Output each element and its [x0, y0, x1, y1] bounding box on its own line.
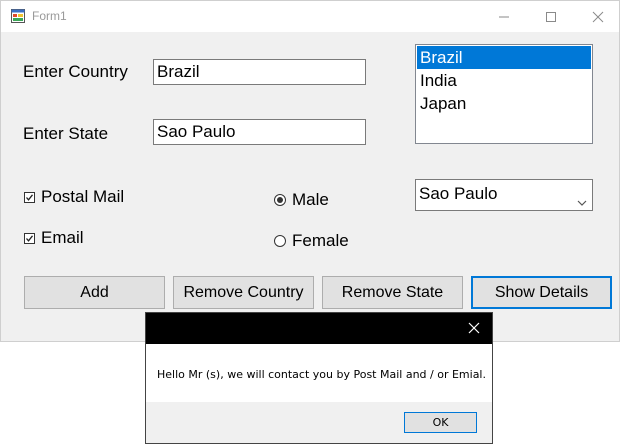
list-item-brazil[interactable]: Brazil — [417, 46, 591, 69]
female-radio[interactable] — [274, 235, 286, 247]
country-input[interactable]: Brazil — [153, 59, 366, 85]
app-form-icon — [11, 9, 25, 23]
main-window: Form1 Enter Country Brazil Enter State S… — [0, 0, 620, 342]
male-option[interactable]: Male — [274, 190, 329, 210]
close-window-button[interactable] — [575, 1, 621, 32]
message-box: Hello Mr (s), we will contact you by Pos… — [145, 312, 493, 444]
remove-state-button[interactable]: Remove State — [322, 276, 463, 309]
postal-mail-label: Postal Mail — [41, 187, 125, 206]
show-details-button[interactable]: Show Details — [471, 276, 612, 309]
state-combobox-value: Sao Paulo — [419, 184, 498, 203]
male-radio[interactable] — [274, 194, 286, 206]
remove-country-button[interactable]: Remove Country — [173, 276, 314, 309]
list-item-india[interactable]: India — [417, 69, 591, 92]
email-option[interactable]: Email — [24, 228, 84, 248]
message-box-body: Hello Mr (s), we will contact you by Pos… — [146, 344, 492, 402]
list-item-japan[interactable]: Japan — [417, 92, 591, 115]
state-label: Enter State — [23, 124, 109, 143]
message-box-close-button[interactable] — [466, 318, 482, 338]
country-listbox[interactable]: Brazil India Japan — [415, 44, 593, 144]
postal-mail-option[interactable]: Postal Mail — [24, 187, 124, 207]
add-button[interactable]: Add — [24, 276, 165, 309]
female-option[interactable]: Female — [274, 231, 349, 251]
minimize-icon — [499, 16, 509, 17]
message-box-footer: OK — [146, 402, 492, 443]
state-input[interactable]: Sao Paulo — [153, 119, 366, 145]
chevron-down-icon[interactable] — [576, 189, 588, 206]
female-label: Female — [292, 231, 349, 250]
window-title: Form1 — [32, 9, 67, 23]
close-icon — [468, 322, 480, 334]
maximize-icon — [546, 11, 556, 22]
email-label: Email — [41, 228, 84, 247]
message-text: Hello Mr (s), we will contact you by Pos… — [157, 368, 486, 381]
checkmark-icon — [26, 234, 34, 242]
country-label: Enter Country — [23, 62, 128, 81]
ok-button[interactable]: OK — [404, 412, 477, 433]
checkmark-icon — [26, 193, 34, 201]
minimize-button[interactable] — [481, 1, 527, 32]
postal-mail-checkbox[interactable] — [24, 191, 35, 203]
close-icon — [592, 11, 604, 22]
email-checkbox[interactable] — [24, 232, 35, 244]
state-combobox[interactable]: Sao Paulo — [415, 179, 593, 211]
male-label: Male — [292, 190, 329, 209]
message-box-title-bar[interactable] — [146, 313, 492, 344]
maximize-button[interactable] — [528, 1, 574, 32]
title-bar[interactable]: Form1 — [1, 1, 619, 32]
